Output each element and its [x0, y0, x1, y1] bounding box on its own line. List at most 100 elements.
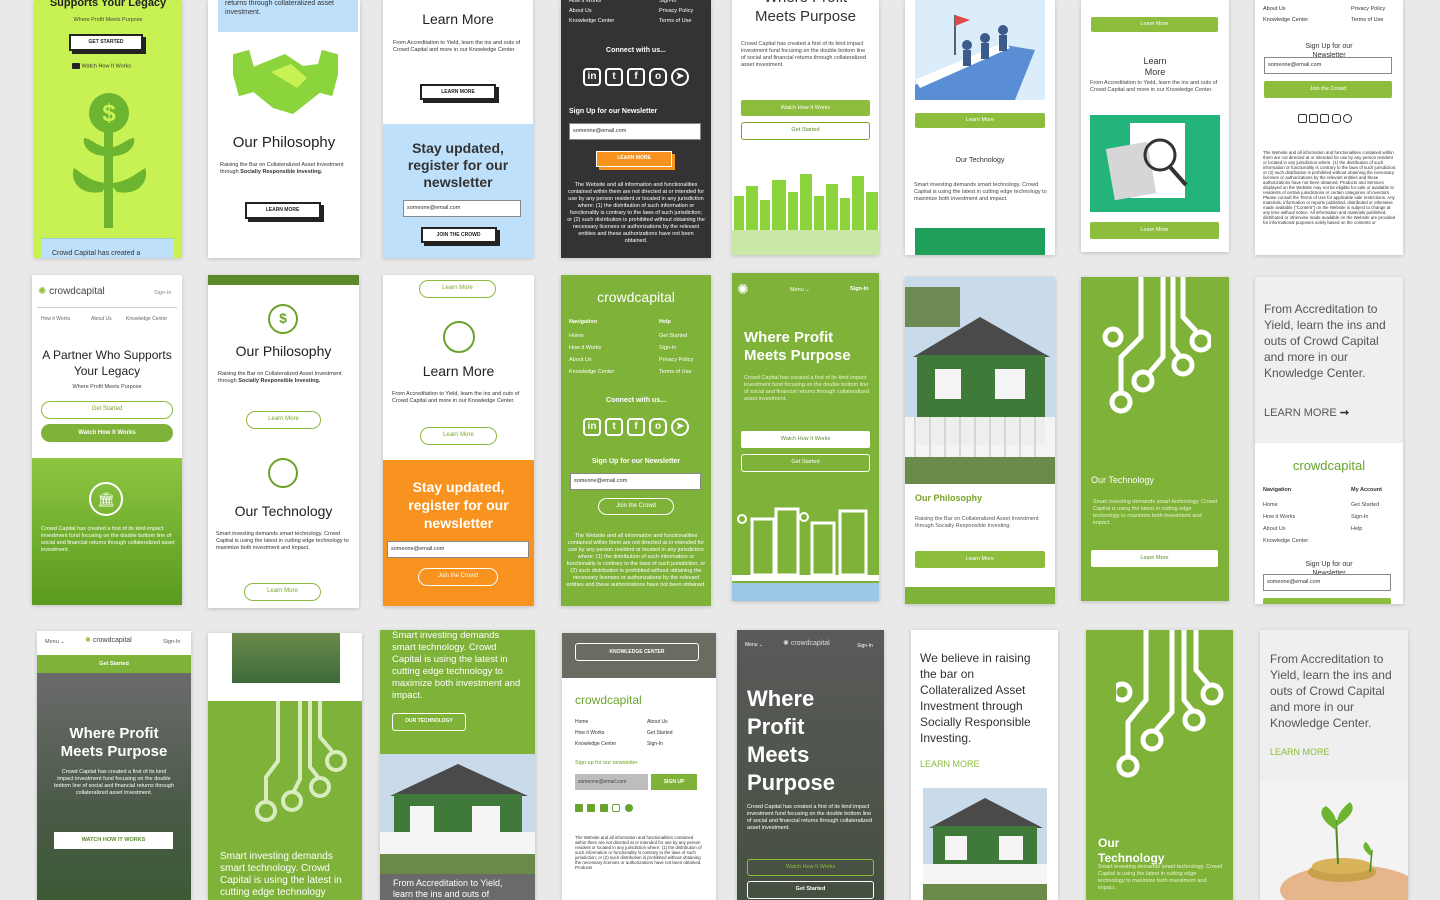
linkedin-icon[interactable] [575, 804, 583, 812]
footer-link-kc[interactable]: Knowledge Center [569, 18, 639, 25]
nav-about[interactable]: About Us [91, 316, 112, 323]
menu-button[interactable]: Menu ⌄ [790, 287, 810, 294]
linkedin-icon[interactable]: in [583, 68, 601, 86]
join-button[interactable]: JOIN THE CROWD [420, 227, 497, 243]
footer-kc[interactable]: Knowledge Center [575, 741, 616, 748]
watch-button[interactable]: WATCH HOW IT WORKS [54, 832, 173, 849]
linkedin-icon[interactable] [1298, 114, 1307, 123]
footer-home[interactable]: Home [575, 719, 616, 726]
get-started-button[interactable]: Get Started [741, 454, 870, 472]
nav-how[interactable]: How it Works [1263, 514, 1343, 521]
watch-button[interactable]: Watch How It Works [741, 431, 870, 448]
nav-about[interactable]: About Us [1263, 526, 1343, 533]
footer-link-privacy[interactable]: Privacy Policy [659, 8, 709, 15]
nav-how[interactable]: How it Works [41, 316, 70, 323]
learn-more-button[interactable]: Learn More [915, 113, 1045, 128]
instagram-icon[interactable]: o [649, 68, 667, 86]
sign-in-link[interactable]: Sign-In [857, 643, 873, 650]
join-button[interactable]: Join the Crowd [598, 498, 674, 515]
our-technology-button[interactable]: OUR TECHNOLOGY [392, 713, 466, 731]
telegram-icon[interactable]: ➤ [671, 68, 689, 86]
facebook-icon[interactable]: f [627, 68, 645, 86]
sign-in-link[interactable]: Sign-In [850, 286, 869, 293]
get-started-button[interactable]: Get Started [747, 881, 874, 899]
learn-more-button-bottom[interactable]: Learn More [1090, 222, 1219, 239]
join-button[interactable]: Join the Crowd [1264, 81, 1392, 98]
twitter-icon[interactable]: t [605, 418, 623, 436]
instagram-icon[interactable]: o [649, 418, 667, 436]
nav-kc[interactable]: Knowledge Center [1263, 538, 1343, 545]
instagram-icon[interactable] [612, 804, 621, 812]
help-terms[interactable]: Terms of Use [659, 369, 709, 376]
signup-button[interactable]: SIGN UP [651, 774, 697, 790]
instagram-icon[interactable] [1331, 114, 1341, 123]
menu-button[interactable]: Menu ⌄ [745, 642, 763, 649]
learn-more-orange-button[interactable]: LEARN MORE [596, 151, 672, 167]
help-get-started[interactable]: Get Started [659, 333, 709, 340]
watch-button[interactable]: Watch How It Works [41, 424, 173, 442]
nav-how[interactable]: How it Works [569, 345, 649, 352]
menu-button[interactable]: Menu ⌄ [45, 639, 65, 646]
learn-more-button-top[interactable]: Learn More [419, 280, 496, 298]
get-started-button[interactable]: GET STARTED [69, 34, 143, 51]
help-privacy[interactable]: Privacy Policy [659, 357, 709, 364]
email-input[interactable]: someone@email.com [1263, 574, 1391, 591]
watch-button[interactable]: Watch How It Works [747, 859, 874, 876]
footer-sign-in[interactable]: Sign-In [647, 741, 673, 748]
get-started-outline-button[interactable]: Get Started [741, 122, 870, 140]
telegram-icon[interactable] [1342, 114, 1352, 123]
email-input[interactable]: someone@email.com [575, 774, 648, 790]
learn-more-button-bottom[interactable]: Learn More [244, 583, 321, 601]
join-button[interactable] [1263, 598, 1391, 604]
email-input[interactable]: someone@email.com [403, 200, 521, 217]
footer-link-about[interactable]: About Us [569, 8, 639, 15]
linkedin-icon[interactable]: in [583, 418, 601, 436]
knowledge-center-button[interactable]: KNOWLEDGE CENTER [575, 643, 699, 661]
learn-more-button[interactable]: LEARN MORE [244, 202, 321, 219]
account-help[interactable]: Help [1351, 526, 1401, 533]
footer-link-terms[interactable]: Terms of Use [1351, 17, 1401, 24]
account-sign-in[interactable]: Sign-In [1351, 514, 1401, 521]
facebook-icon[interactable] [1320, 114, 1330, 123]
join-button[interactable]: Join the Crowd [418, 568, 498, 586]
learn-more-button[interactable]: Learn More [915, 551, 1045, 568]
nav-kc[interactable]: Knowledge Center [126, 316, 167, 323]
nav-about[interactable]: About Us [569, 357, 649, 364]
footer-link-signin[interactable]: Sign-In [659, 0, 709, 5]
footer-about[interactable]: About Us [647, 719, 673, 726]
learn-more-link[interactable]: LEARN MORE [920, 759, 980, 769]
email-input[interactable]: someone@email.com [570, 473, 701, 490]
learn-more-button-top[interactable]: Learn More [1091, 17, 1218, 32]
nav-kc[interactable]: Knowledge Center [569, 369, 649, 376]
email-input[interactable]: someone@email.com [387, 541, 529, 558]
telegram-icon[interactable] [624, 804, 633, 812]
footer-link-privacy[interactable]: Privacy Policy [1351, 6, 1401, 13]
twitter-icon[interactable]: t [605, 68, 623, 86]
sign-in-link[interactable]: Sign-In [163, 639, 180, 646]
footer-link-terms[interactable]: Terms of Use [659, 18, 709, 25]
footer-link-about[interactable]: About Us [1263, 6, 1333, 13]
facebook-icon[interactable]: f [627, 418, 645, 436]
twitter-icon[interactable] [587, 804, 596, 812]
learn-more-button[interactable]: Learn More [1091, 550, 1218, 567]
email-input[interactable]: someone@email.com [569, 123, 701, 140]
help-sign-in[interactable]: Sign-In [659, 345, 709, 352]
learn-more-arrow-link[interactable]: LEARN MORE ➞ [1264, 406, 1349, 419]
footer-how[interactable]: How it Works [575, 730, 616, 737]
footer-link-how[interactable]: How it Works [569, 0, 639, 5]
footer-link-kc[interactable]: Knowledge Center [1263, 17, 1333, 24]
footer-get-started[interactable]: Get Started [647, 730, 673, 737]
telegram-icon[interactable]: ➤ [671, 418, 689, 436]
learn-more-button[interactable]: LEARN MORE [420, 84, 496, 100]
watch-link[interactable]: Watch How It Works [72, 63, 162, 70]
email-input[interactable]: someone@email.com [1264, 57, 1392, 74]
watch-button[interactable]: Watch How It Works [741, 100, 870, 116]
learn-more-button-top[interactable]: Learn More [246, 411, 321, 429]
learn-more-link[interactable]: LEARN MORE [1270, 747, 1330, 757]
nav-home[interactable]: Home [569, 333, 649, 340]
facebook-icon[interactable] [599, 804, 608, 812]
sign-in-link[interactable]: Sign-In [154, 290, 171, 297]
twitter-icon[interactable] [1309, 114, 1319, 123]
get-started-bar[interactable]: Get Started [37, 655, 191, 673]
nav-home[interactable]: Home [1263, 502, 1343, 509]
